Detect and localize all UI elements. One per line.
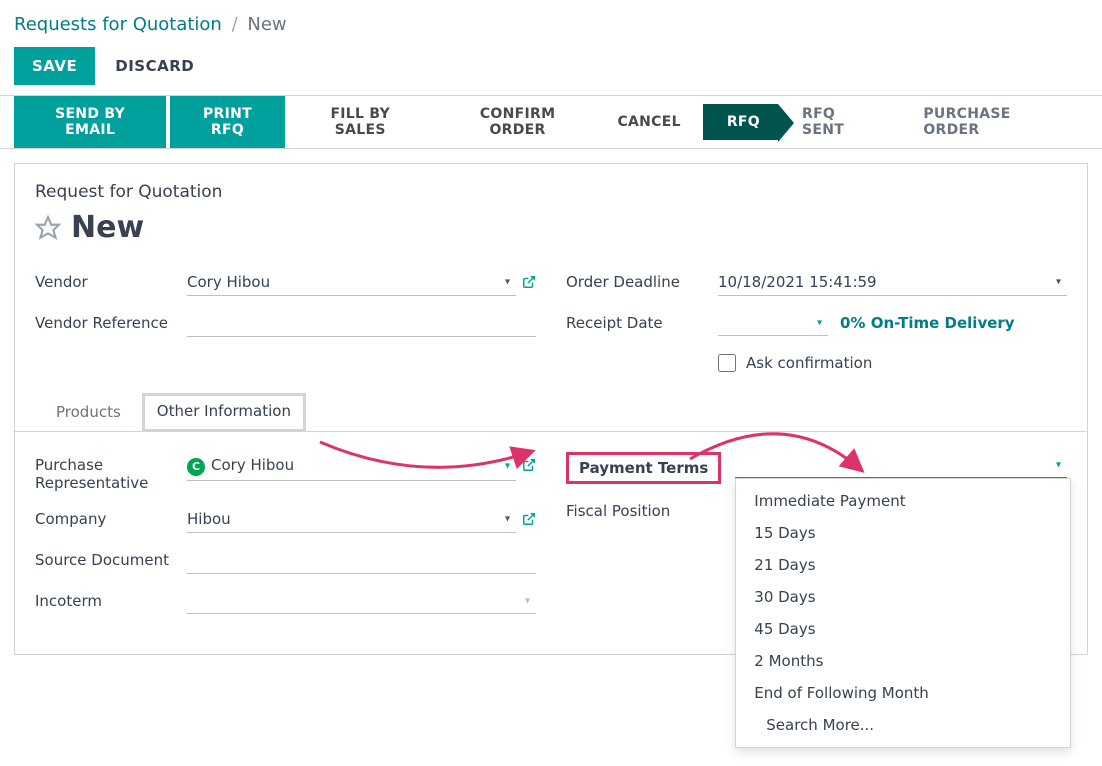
chevron-down-icon: ▾ [1056, 277, 1061, 288]
confirm-order-button[interactable]: CONFIRM ORDER [436, 96, 600, 148]
chevron-down-icon: ▾ [505, 460, 510, 471]
vendor-label: Vendor [35, 269, 187, 291]
save-button[interactable]: SAVE [14, 47, 95, 85]
chevron-down-icon: ▾ [505, 277, 510, 288]
external-link-icon[interactable] [522, 506, 536, 526]
ontime-delivery-link[interactable]: 0% On-Time Delivery [828, 314, 1015, 332]
ask-confirmation-checkbox[interactable] [718, 354, 736, 372]
breadcrumb-parent[interactable]: Requests for Quotation [14, 14, 222, 35]
dropdown-item[interactable]: 21 Days [736, 549, 1070, 581]
cancel-button[interactable]: CANCEL [603, 104, 694, 140]
payment-terms-input[interactable]: ▾ [735, 452, 1067, 478]
breadcrumb-current: New [247, 14, 286, 35]
status-purchase-order[interactable]: PURCHASE ORDER [899, 96, 1088, 148]
incoterm-label: Incoterm [35, 588, 187, 610]
dropdown-item[interactable]: 15 Days [736, 517, 1070, 549]
avatar-icon: C [187, 458, 205, 476]
order-deadline-label: Order Deadline [566, 269, 718, 291]
purchase-rep-label: Purchase Representative [35, 452, 187, 492]
payment-terms-label: Payment Terms [566, 452, 721, 484]
send-by-email-button[interactable]: SEND BY EMAIL [14, 96, 166, 148]
tab-products[interactable]: Products [35, 392, 142, 431]
status-bar: RFQ RFQ SENT PURCHASE ORDER [703, 96, 1088, 148]
payment-terms-dropdown: Immediate Payment 15 Days 21 Days 30 Day… [735, 478, 1071, 748]
vendor-input[interactable]: Cory Hibou ▾ [187, 269, 516, 296]
priority-star-icon[interactable] [35, 215, 61, 241]
fill-by-sales-button[interactable]: FILL BY SALES [289, 96, 432, 148]
vendor-reference-input[interactable] [187, 310, 536, 337]
vendor-reference-label: Vendor Reference [35, 310, 187, 332]
dropdown-item[interactable]: End of Following Month [736, 677, 1070, 709]
discard-button[interactable]: DISCARD [115, 57, 194, 75]
tab-other-information[interactable]: Other Information [142, 393, 306, 432]
dropdown-item[interactable]: Immediate Payment [736, 485, 1070, 517]
dropdown-item[interactable]: 45 Days [736, 613, 1070, 645]
external-link-icon[interactable] [522, 452, 536, 472]
chevron-down-icon: ▾ [1056, 459, 1061, 470]
chevron-down-icon: ▾ [817, 317, 822, 328]
form-title: New [71, 210, 144, 245]
chevron-down-icon: ▾ [525, 595, 530, 606]
form-subtitle: Request for Quotation [35, 182, 1067, 202]
print-rfq-button[interactable]: PRINT RFQ [170, 96, 285, 148]
dropdown-search-more[interactable]: Search More... [736, 709, 1070, 741]
company-input[interactable]: Hibou ▾ [187, 506, 516, 533]
external-link-icon[interactable] [522, 269, 536, 289]
incoterm-input[interactable]: ▾ [187, 588, 536, 614]
ask-confirmation-label: Ask confirmation [746, 354, 872, 372]
purchase-rep-input[interactable]: CCory Hibou ▾ [187, 452, 516, 481]
source-document-input[interactable] [187, 547, 536, 574]
dropdown-item[interactable]: 30 Days [736, 581, 1070, 613]
dropdown-item[interactable]: 2 Months [736, 645, 1070, 677]
fiscal-position-label: Fiscal Position [566, 498, 718, 520]
receipt-date-label: Receipt Date [566, 310, 718, 332]
chevron-down-icon: ▾ [505, 514, 510, 525]
status-rfq[interactable]: RFQ [703, 104, 778, 140]
company-label: Company [35, 506, 187, 528]
source-document-label: Source Document [35, 547, 187, 569]
receipt-date-input[interactable]: ▾ [718, 310, 828, 336]
status-rfq-sent[interactable]: RFQ SENT [778, 96, 899, 148]
breadcrumb: Requests for Quotation / New [14, 14, 1088, 35]
order-deadline-input[interactable]: 10/18/2021 15:41:59 ▾ [718, 269, 1067, 296]
